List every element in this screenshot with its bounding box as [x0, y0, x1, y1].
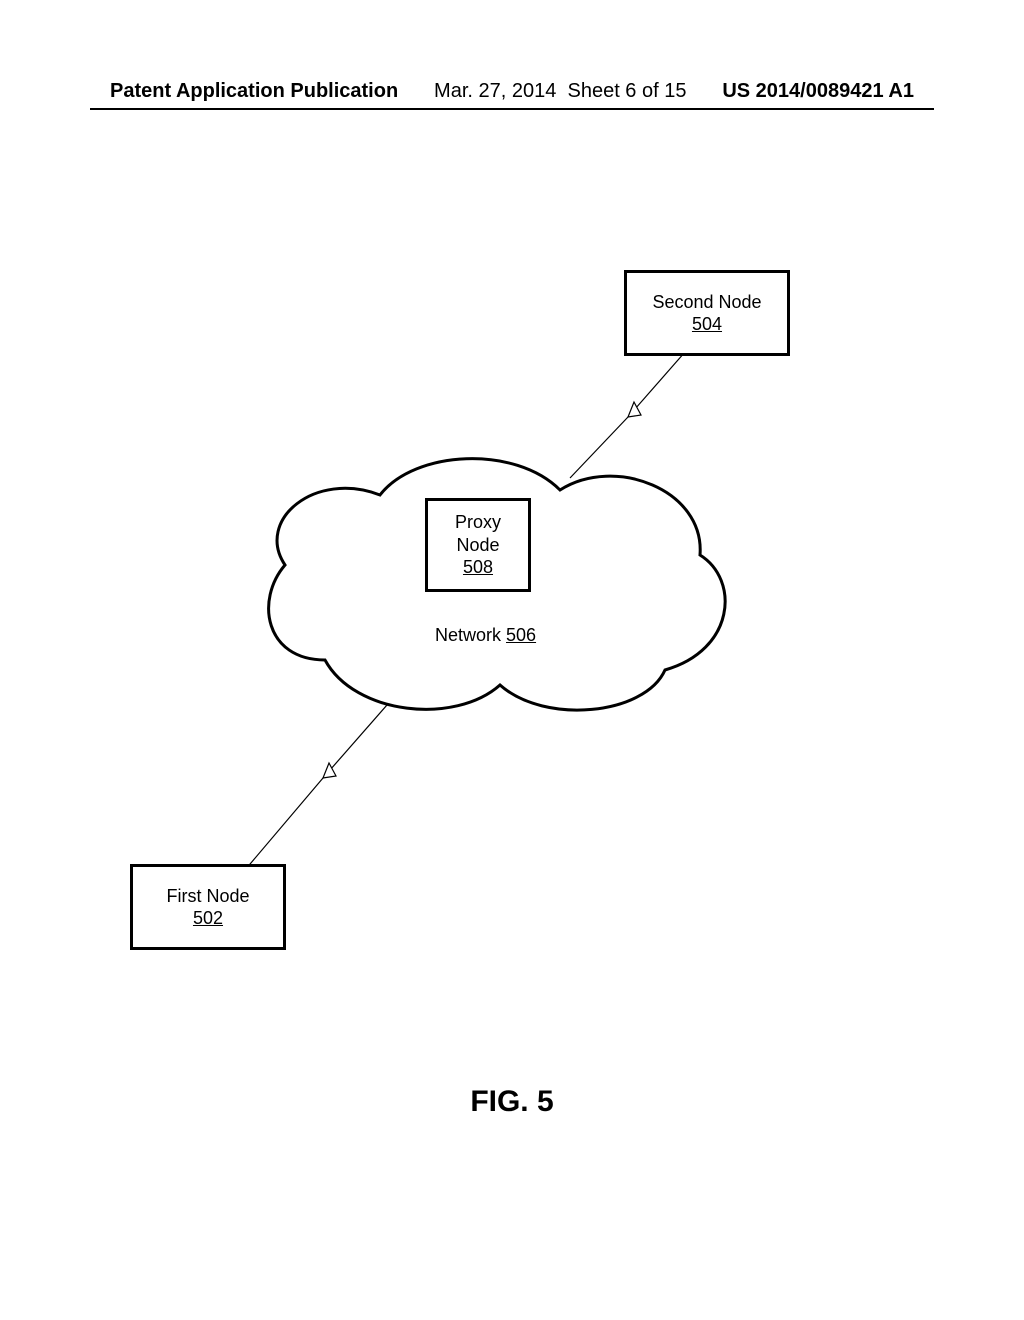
publication-date-sheet: Mar. 27, 2014 Sheet 6 of 15	[434, 80, 686, 103]
second-node-label: Second Node	[652, 291, 761, 314]
proxy-node-ref: 508	[463, 556, 493, 579]
second-node-ref: 504	[692, 313, 722, 336]
network-diagram: Second Node 504 Proxy Node 508 Network 5…	[130, 270, 790, 950]
first-node-ref: 502	[193, 907, 223, 930]
publication-date: Mar. 27, 2014	[434, 80, 556, 102]
proxy-node-box: Proxy Node 508	[425, 498, 531, 592]
publication-number: US 2014/0089421 A1	[722, 80, 914, 103]
connector-first-to-cloud	[225, 700, 405, 875]
patent-header: Patent Application Publication Mar. 27, …	[0, 80, 1024, 103]
first-node-box: First Node 502	[130, 864, 286, 950]
second-node-box: Second Node 504	[624, 270, 790, 356]
sheet-info: Sheet 6 of 15	[567, 80, 686, 102]
proxy-node-line2: Node	[456, 534, 499, 557]
proxy-node-line1: Proxy	[455, 511, 501, 534]
network-label-ref: 506	[506, 625, 536, 645]
network-label: Network 506	[435, 625, 536, 646]
first-node-label: First Node	[166, 885, 249, 908]
publication-type: Patent Application Publication	[110, 80, 398, 103]
figure-label: FIG. 5	[0, 1085, 1024, 1119]
network-cloud: Proxy Node 508 Network 506	[245, 450, 735, 720]
network-label-text: Network	[435, 625, 506, 645]
header-divider	[90, 108, 934, 110]
